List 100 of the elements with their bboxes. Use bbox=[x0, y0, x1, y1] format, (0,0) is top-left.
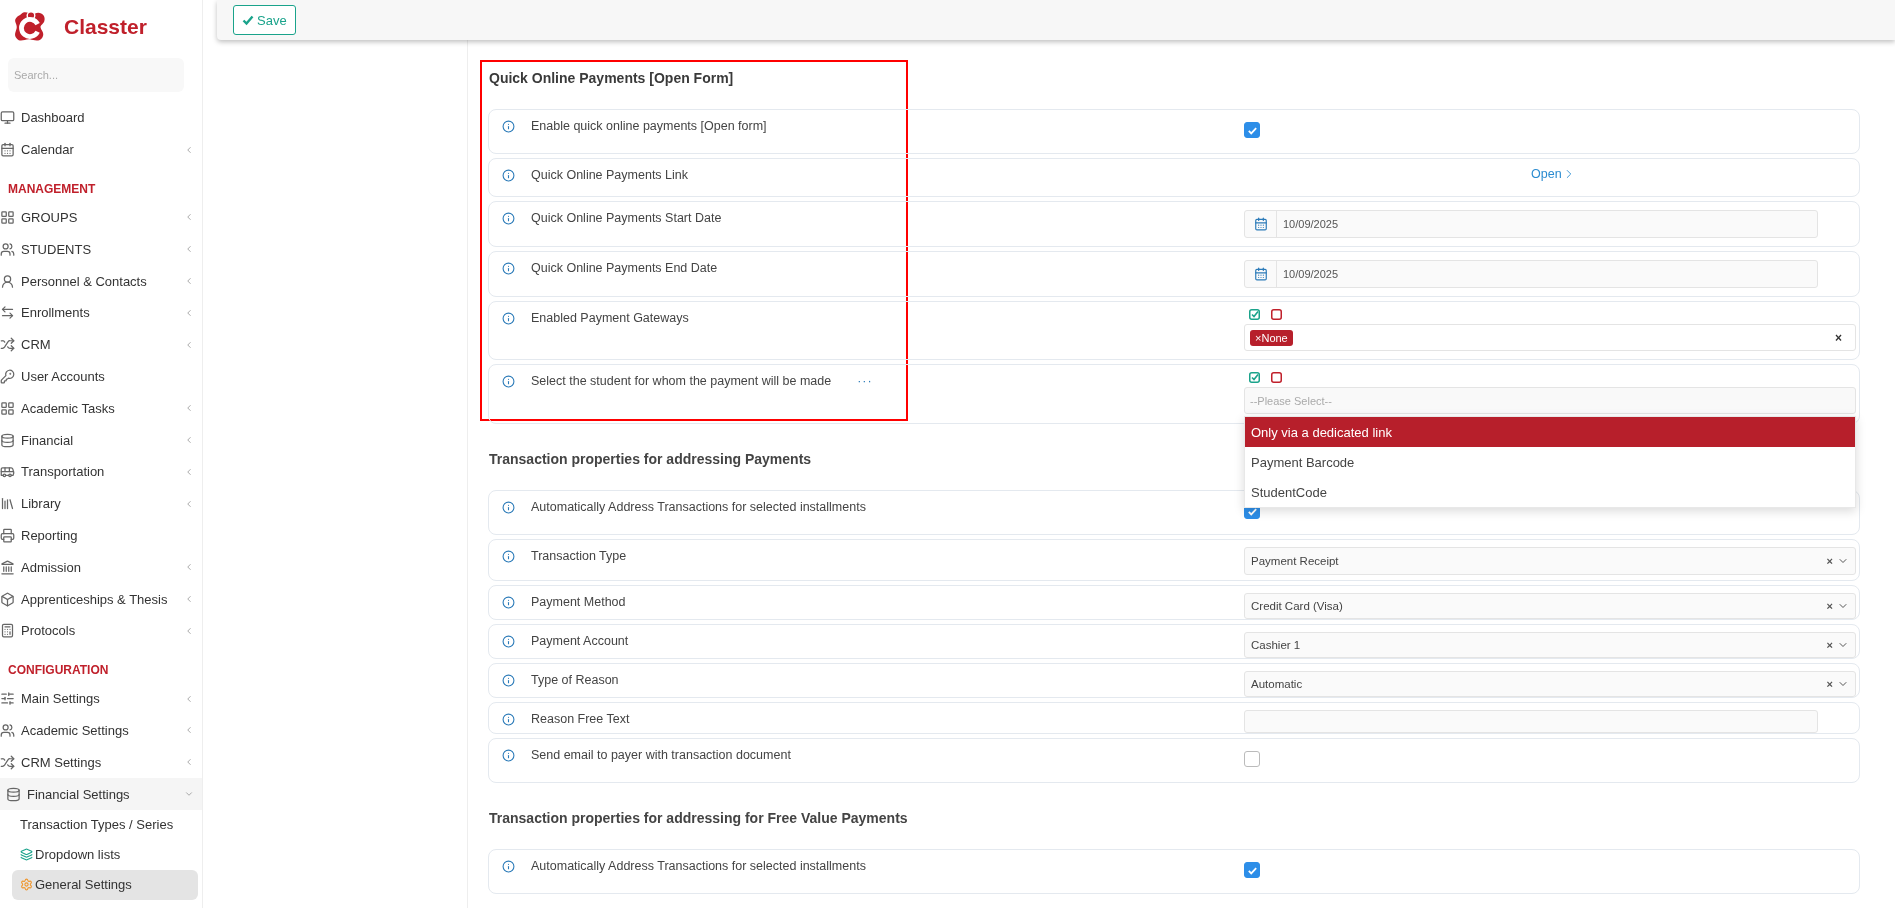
input-field[interactable] bbox=[1244, 710, 1818, 733]
info-icon[interactable] bbox=[502, 635, 515, 648]
sidebar-item[interactable]: Main Settings bbox=[0, 682, 202, 715]
sidebar-item[interactable]: Protocols bbox=[0, 614, 202, 647]
info-icon[interactable] bbox=[502, 120, 515, 133]
setting-label: Select the student for whom the payment will be made bbox=[531, 374, 832, 388]
nav-icon bbox=[0, 591, 15, 607]
sidebar-item[interactable]: Financial bbox=[0, 424, 202, 456]
info-icon[interactable] bbox=[502, 169, 515, 182]
gear-icon bbox=[20, 878, 33, 892]
date-field[interactable]: 10/09/2025 bbox=[1244, 260, 1818, 288]
sidebar-item[interactable]: Apprenticeships & Thesis bbox=[0, 583, 202, 615]
sidebar-subitem[interactable]: Dropdown lists bbox=[12, 839, 198, 870]
select-field[interactable]: Payment Receipt × bbox=[1244, 547, 1856, 575]
chevron-icon bbox=[184, 435, 194, 446]
deselect-all-icon[interactable] bbox=[1271, 372, 1282, 383]
sidebar-item[interactable]: Financial Settings bbox=[0, 778, 202, 810]
sidebar-item[interactable]: GROUPS bbox=[0, 201, 202, 234]
setting-label: Payment Method bbox=[531, 595, 626, 609]
info-icon[interactable] bbox=[502, 262, 515, 275]
tag[interactable]: ×None bbox=[1250, 329, 1293, 346]
checkbox[interactable] bbox=[1244, 751, 1260, 767]
info-icon[interactable] bbox=[502, 375, 515, 388]
select-field[interactable]: Automatic × bbox=[1244, 671, 1856, 697]
nav-icon bbox=[0, 464, 15, 480]
section-title: Transaction properties for addressing Payments bbox=[488, 451, 812, 467]
search-field[interactable]: --Please Select-- bbox=[1244, 387, 1856, 414]
nav-icon bbox=[0, 142, 15, 158]
select-all-icon[interactable] bbox=[1249, 372, 1260, 383]
checkbox[interactable] bbox=[1244, 862, 1260, 878]
sidebar-item[interactable]: Dashboard bbox=[0, 102, 202, 134]
sidebar-item[interactable]: Admission bbox=[0, 551, 202, 584]
setting-label: Payment Account bbox=[531, 634, 629, 648]
info-icon[interactable] bbox=[502, 596, 515, 609]
nav-icon bbox=[0, 337, 15, 353]
dropdown-option[interactable]: StudentCode bbox=[1245, 477, 1855, 507]
chevron-icon bbox=[184, 757, 194, 768]
info-icon[interactable] bbox=[502, 860, 515, 873]
select-field[interactable]: Cashier 1 × bbox=[1244, 632, 1856, 658]
sidebar-item[interactable]: CRM Settings bbox=[0, 746, 202, 779]
chevron-icon bbox=[184, 693, 194, 704]
setting-label: Quick Online Payments Start Date bbox=[531, 211, 722, 225]
sidebar-subitem[interactable]: Transaction Types / Series bbox=[12, 809, 198, 840]
deselect-all-icon[interactable] bbox=[1271, 309, 1282, 320]
clear-icon[interactable]: × bbox=[1826, 600, 1833, 612]
sidebar-item[interactable]: Reporting bbox=[0, 519, 202, 552]
nav-icon bbox=[0, 691, 15, 707]
info-icon[interactable] bbox=[502, 312, 515, 325]
sidebar-item[interactable]: Personnel & Contacts bbox=[0, 265, 202, 297]
calendar-icon bbox=[1253, 217, 1268, 231]
chevron-icon bbox=[184, 562, 194, 573]
nav-icon bbox=[0, 110, 15, 126]
clear-icon[interactable]: × bbox=[1826, 678, 1833, 690]
dropdown-option[interactable]: Payment Barcode bbox=[1245, 447, 1855, 477]
setting-label: Type of Reason bbox=[531, 673, 619, 687]
nav-icon bbox=[0, 432, 15, 448]
setting-label: Transaction Type bbox=[531, 549, 627, 563]
sidebar-item[interactable]: User Accounts bbox=[0, 360, 202, 393]
clear-icon[interactable]: × bbox=[1826, 639, 1833, 651]
sidebar-item[interactable]: Academic Settings bbox=[0, 714, 202, 747]
clear-icon[interactable]: × bbox=[1835, 330, 1850, 345]
select-field[interactable]: Credit Card (Visa) × bbox=[1244, 593, 1856, 619]
nav-icon bbox=[0, 210, 15, 225]
more-icon[interactable]: ··· bbox=[857, 374, 873, 388]
sidebar-item[interactable]: Transportation bbox=[0, 455, 202, 488]
sidebar-item[interactable]: Academic Tasks bbox=[0, 392, 202, 425]
sidebar-item[interactable]: CRM bbox=[0, 328, 202, 361]
chevron-icon bbox=[184, 498, 194, 509]
info-icon[interactable] bbox=[502, 212, 515, 225]
nav-icon bbox=[0, 754, 15, 770]
open-link[interactable]: Open bbox=[1531, 167, 1576, 181]
chevron-icon bbox=[184, 725, 194, 736]
chevron-icon bbox=[184, 307, 194, 318]
info-icon[interactable] bbox=[502, 749, 515, 762]
checkbox[interactable] bbox=[1244, 122, 1260, 138]
nav-icon bbox=[0, 305, 15, 321]
nav-icon bbox=[0, 273, 15, 289]
nav-icon bbox=[0, 400, 15, 416]
info-icon[interactable] bbox=[502, 550, 515, 563]
sidebar-item[interactable]: Calendar bbox=[0, 133, 202, 166]
info-icon[interactable] bbox=[502, 674, 515, 687]
date-field[interactable]: 10/09/2025 bbox=[1244, 210, 1818, 238]
chevron-icon bbox=[184, 212, 194, 223]
clear-icon[interactable]: × bbox=[1826, 555, 1833, 567]
sidebar-subitem[interactable]: General Settings bbox=[12, 869, 198, 900]
sidebar-item[interactable]: STUDENTS bbox=[0, 233, 202, 266]
search-field[interactable]: Search... bbox=[8, 58, 184, 92]
sidebar-item[interactable]: Library bbox=[0, 487, 202, 520]
sidebar-item[interactable]: Enrollments bbox=[0, 297, 202, 329]
nav-heading: MANAGEMENT bbox=[7, 180, 97, 198]
nav-icon bbox=[0, 722, 15, 738]
info-icon[interactable] bbox=[502, 713, 515, 726]
multi-select-field[interactable]: ×None × bbox=[1244, 324, 1856, 351]
nav-icon bbox=[6, 786, 21, 802]
setting-label: Enabled Payment Gateways bbox=[531, 311, 689, 325]
select-all-icon[interactable] bbox=[1249, 309, 1260, 320]
info-icon[interactable] bbox=[502, 501, 515, 514]
chevron-icon bbox=[184, 144, 194, 155]
dropdown-option[interactable]: Only via a dedicated link bbox=[1245, 417, 1855, 447]
checkmark-icon bbox=[242, 14, 254, 26]
